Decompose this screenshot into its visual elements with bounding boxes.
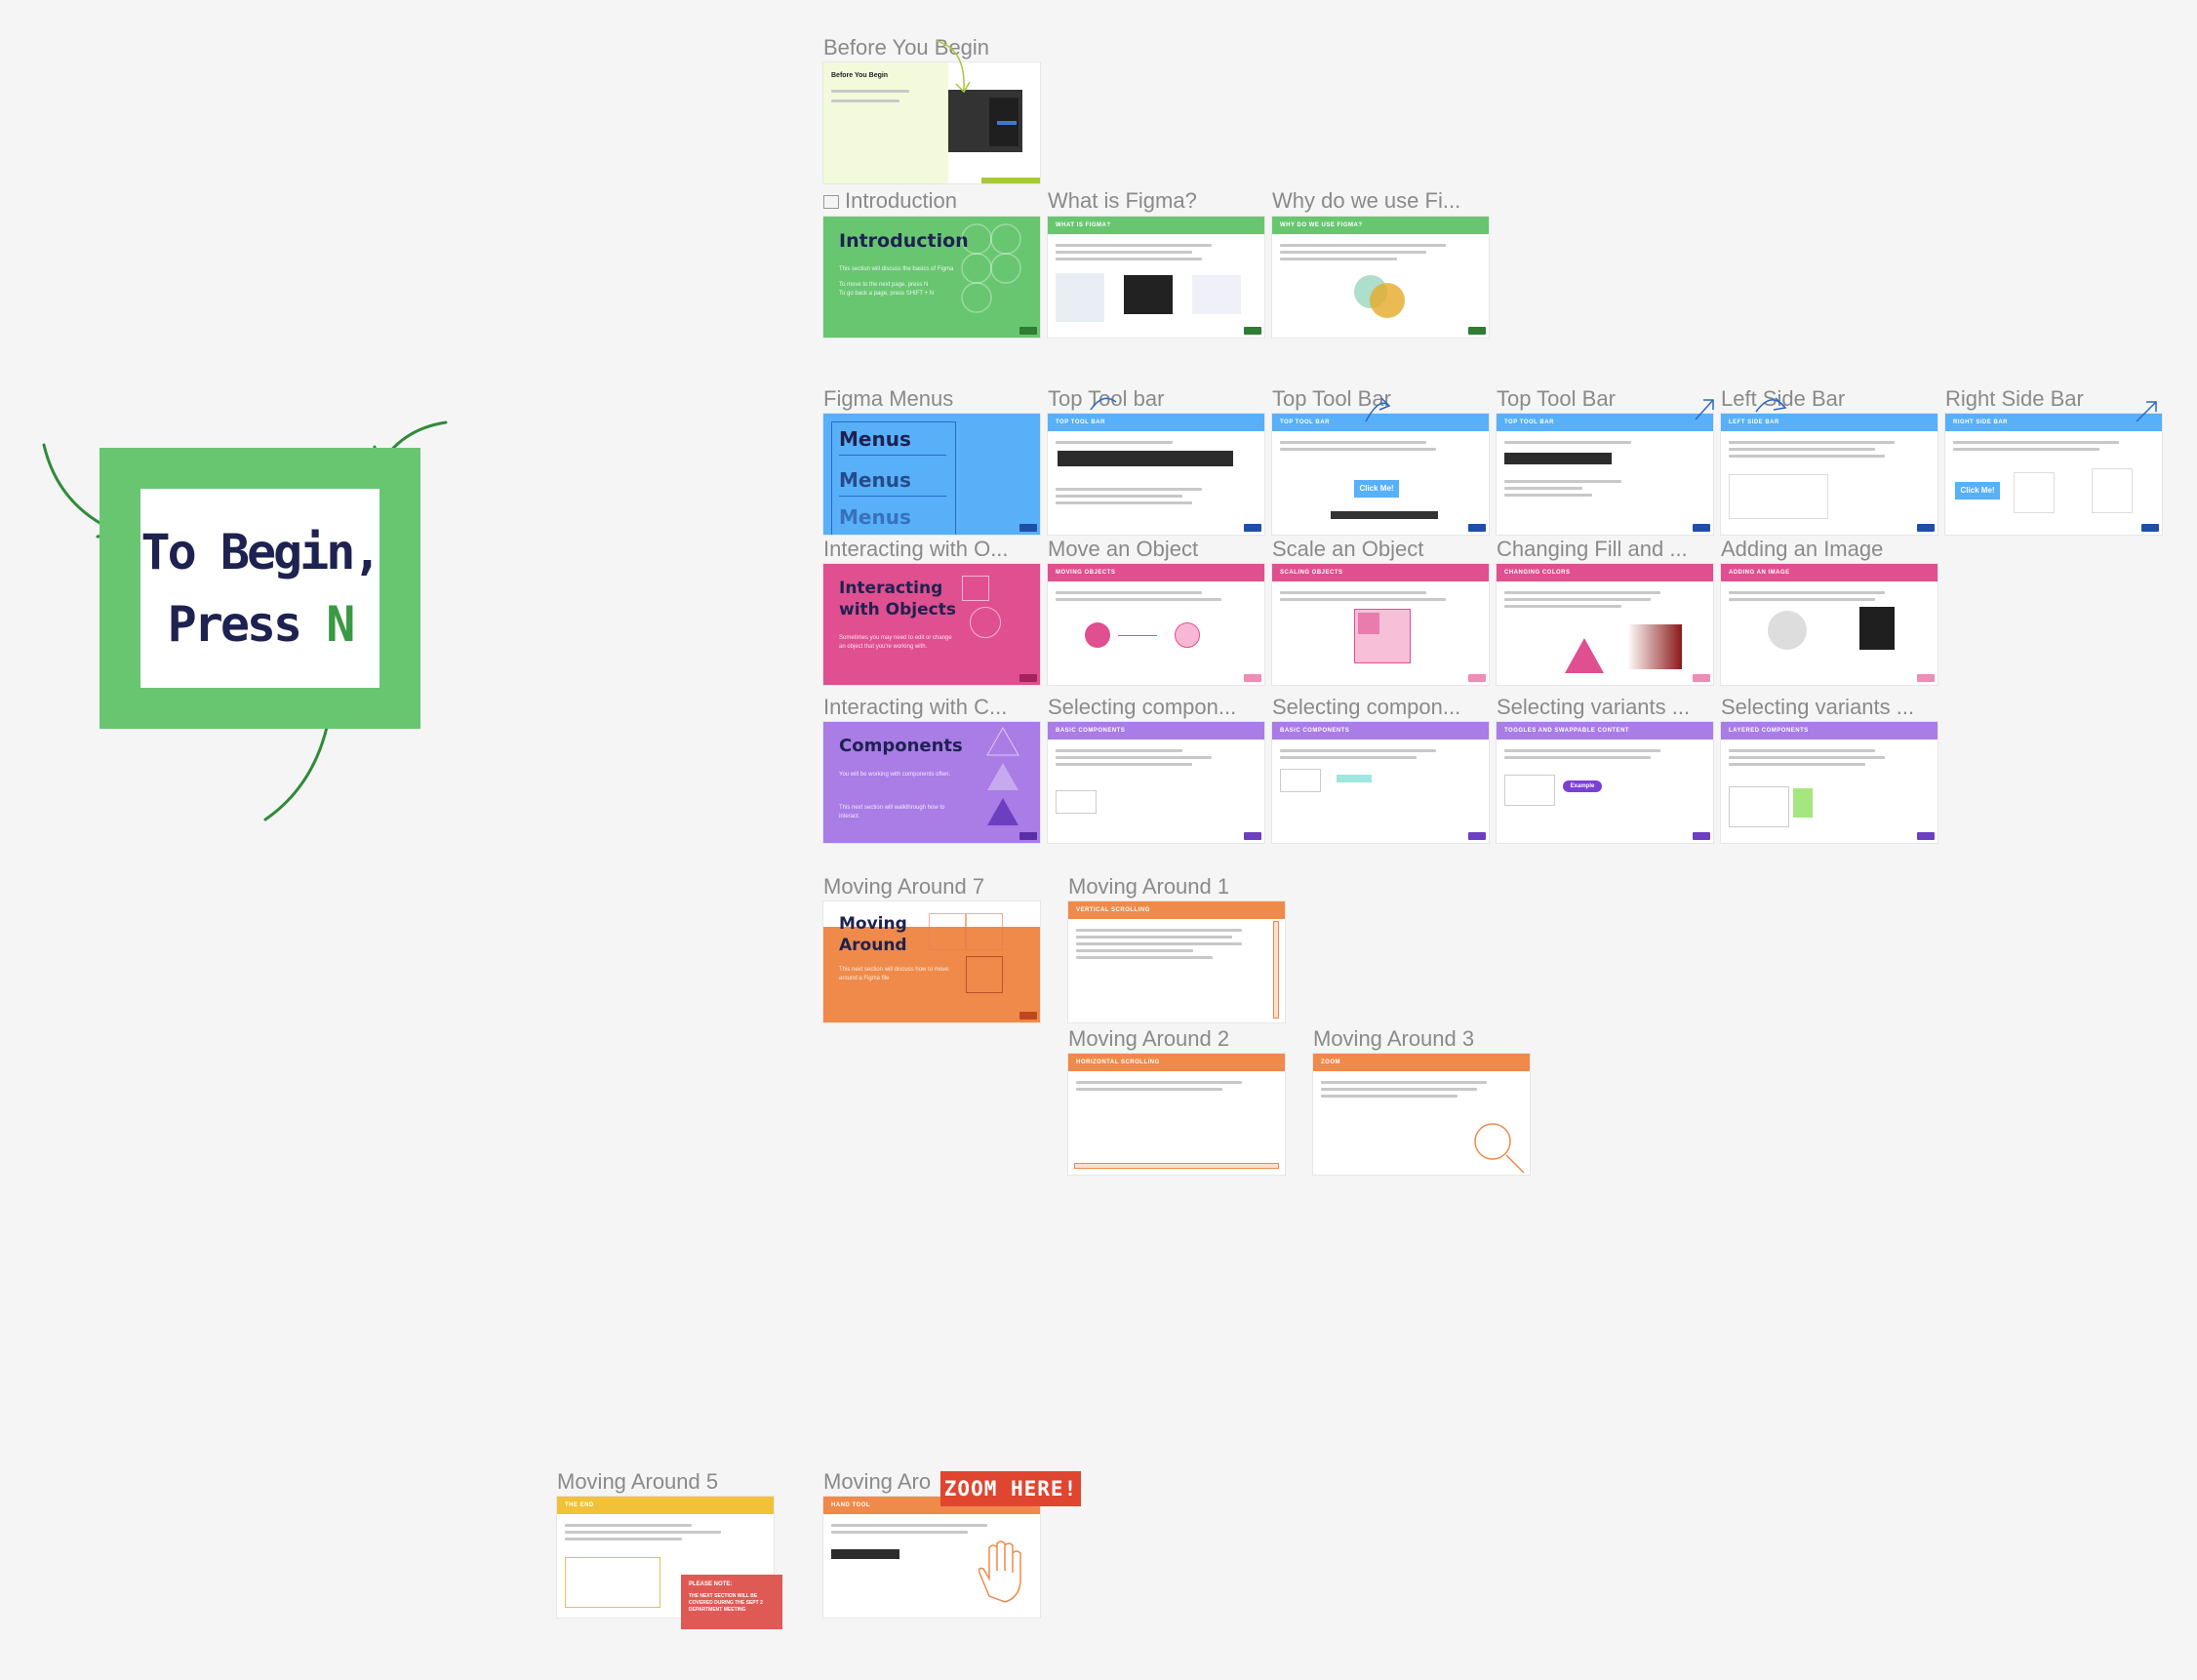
hdr-move: MOVING OBJECTS <box>1048 564 1264 581</box>
hand-icon <box>978 1540 1021 1603</box>
frame-sel-var1[interactable]: TOGGLES AND SWAPPABLE CONTENT Example <box>1497 722 1713 843</box>
hdr-zoom: ZOOM <box>1313 1054 1530 1071</box>
please-note-title: PLEASE NOTE: <box>689 1581 733 1587</box>
begin-press: Press <box>167 596 327 653</box>
frame-interacting-o[interactable]: Interacting with Objects Sometimes you m… <box>823 564 1040 685</box>
hdr-what: WHAT IS FIGMA? <box>1048 217 1264 234</box>
hdr-basic2: BASIC COMPONENTS <box>1272 722 1489 740</box>
hdr-toggles: TOGGLES AND SWAPPABLE CONTENT <box>1497 722 1713 740</box>
frame-label-left[interactable]: Left Side Bar <box>1721 386 1936 412</box>
frame-sel-comp1[interactable]: BASIC COMPONENTS <box>1048 722 1264 843</box>
frame-label-moving1[interactable]: Moving Around 1 <box>1068 874 1283 900</box>
menus-title-1: Menus <box>839 427 911 451</box>
frame-moving3[interactable]: ZOOM <box>1313 1054 1530 1175</box>
frame-before[interactable]: Before You Begin <box>823 62 1040 183</box>
menus-title-2: Menus <box>839 468 911 492</box>
frame-label-sel-var2[interactable]: Selecting variants ... <box>1721 695 1936 720</box>
frame-top2[interactable]: TOP TOOL BAR Click Me! <box>1272 414 1489 535</box>
frame-label-why[interactable]: Why do we use Fi... <box>1272 188 1487 214</box>
frame-move[interactable]: MOVING OBJECTS <box>1048 564 1264 685</box>
hdr-basic1: BASIC COMPONENTS <box>1048 722 1264 740</box>
components-title: Components <box>839 736 963 756</box>
hdr-left: LEFT SIDE BAR <box>1721 414 1937 431</box>
begin-key: N <box>326 596 355 653</box>
frame-label-sel-comp2[interactable]: Selecting compon... <box>1272 695 1487 720</box>
frame-icon <box>823 195 839 210</box>
frame-moving7[interactable]: Moving Around This next section will dis… <box>823 901 1040 1022</box>
frame-label-moving5[interactable]: Moving Around 5 <box>557 1469 772 1495</box>
hdr-right: RIGHT SIDE BAR <box>1945 414 2162 431</box>
figma-logo-icon <box>961 223 1021 313</box>
frame-label-top3[interactable]: Top Tool Bar <box>1497 386 1711 412</box>
frame-label-sel-var1[interactable]: Selecting variants ... <box>1497 695 1711 720</box>
frame-adding[interactable]: ADDING AN IMAGE <box>1721 564 1937 685</box>
hdr-scale: SCALING OBJECTS <box>1272 564 1489 581</box>
frame-label-moving-ar[interactable]: Moving Aro <box>823 1469 940 1495</box>
hdr-changing: CHANGING COLORS <box>1497 564 1713 581</box>
frame-what[interactable]: WHAT IS FIGMA? <box>1048 217 1264 338</box>
before-title: Before You Begin <box>831 72 889 79</box>
frame-label-moving2[interactable]: Moving Around 2 <box>1068 1026 1283 1052</box>
hdr-top2: TOP TOOL BAR <box>1272 414 1489 431</box>
frame-label-top2[interactable]: Top Tool Bar <box>1272 386 1487 412</box>
begin-inner: To Begin, Press N <box>140 489 382 688</box>
hdr-vscroll: VERTICAL SCROLLING <box>1068 901 1285 919</box>
frame-label-before[interactable]: Before You Begin <box>823 35 1038 60</box>
frame-label-moving7[interactable]: Moving Around 7 <box>823 874 1038 900</box>
frame-label-move[interactable]: Move an Object <box>1048 537 1262 562</box>
hdr-top1: TOP TOOL BAR <box>1048 414 1264 431</box>
frame-scale[interactable]: SCALING OBJECTS <box>1272 564 1489 685</box>
frame-top1[interactable]: TOP TOOL BAR <box>1048 414 1264 535</box>
hdr-adding: ADDING AN IMAGE <box>1721 564 1937 581</box>
frame-label-menus[interactable]: Figma Menus <box>823 386 1038 412</box>
frame-label-what[interactable]: What is Figma? <box>1048 188 1262 214</box>
hdr-end: THE END <box>557 1497 774 1514</box>
frame-label-top1[interactable]: Top Tool bar <box>1048 386 1262 412</box>
intro-title: Introduction <box>839 230 969 252</box>
frame-label-adding[interactable]: Adding an Image <box>1721 537 1936 562</box>
frame-changing[interactable]: CHANGING COLORS <box>1497 564 1713 685</box>
hdr-hscroll: HORIZONTAL SCROLLING <box>1068 1054 1285 1071</box>
frame-label-sel-comp1[interactable]: Selecting compon... <box>1048 695 1262 720</box>
frame-label-intro[interactable]: Introduction <box>823 188 1038 214</box>
frame-right[interactable]: RIGHT SIDE BAR Click Me! <box>1945 414 2162 535</box>
zoom-here-badge[interactable]: ZOOM HERE! <box>940 1471 1081 1506</box>
frame-left[interactable]: LEFT SIDE BAR <box>1721 414 1937 535</box>
frame-moving2[interactable]: HORIZONTAL SCROLLING <box>1068 1054 1285 1175</box>
frame-label-right[interactable]: Right Side Bar <box>1945 386 2160 412</box>
triangles-icon <box>986 726 1019 825</box>
frame-label-scale[interactable]: Scale an Object <box>1272 537 1487 562</box>
hdr-layered: LAYERED COMPONENTS <box>1721 722 1937 740</box>
hdr-top3: TOP TOOL BAR <box>1497 414 1713 431</box>
click-me-button-2: Click Me! <box>1955 482 2000 500</box>
frame-moving-ar[interactable]: HAND TOOL <box>823 1497 1040 1618</box>
begin-line1: To Begin, <box>140 524 382 580</box>
click-me-button: Click Me! <box>1354 480 1399 498</box>
frame-label-moving3[interactable]: Moving Around 3 <box>1313 1026 1528 1052</box>
please-note-text: THE NEXT SECTION WILL BE COVERED DURING … <box>689 1593 763 1613</box>
frame-moving1[interactable]: VERTICAL SCROLLING <box>1068 901 1285 1022</box>
begin-line2: Press N <box>167 588 356 660</box>
example-pill: Example <box>1563 780 1602 792</box>
please-note-sticky[interactable]: PLEASE NOTE: THE NEXT SECTION WILL BE CO… <box>681 1575 782 1629</box>
begin-card[interactable]: To Begin, Press N <box>100 448 420 729</box>
moving-title: Moving Around <box>839 914 907 955</box>
frame-intro[interactable]: Introduction This section will discuss t… <box>823 217 1040 338</box>
menus-title-3: Menus <box>839 505 911 529</box>
frame-label-changing[interactable]: Changing Fill and ... <box>1497 537 1711 562</box>
hdr-why: WHY DO WE USE FIGMA? <box>1272 217 1489 234</box>
triangle-shape-icon <box>1565 638 1604 673</box>
frame-sel-var2[interactable]: LAYERED COMPONENTS <box>1721 722 1937 843</box>
frame-label-interacting-c[interactable]: Interacting with C... <box>823 695 1038 720</box>
frame-interacting-c[interactable]: Components You will be working with comp… <box>823 722 1040 843</box>
frame-why[interactable]: WHY DO WE USE FIGMA? <box>1272 217 1489 338</box>
frame-label-interacting-o[interactable]: Interacting with O... <box>823 537 1038 562</box>
magnifier-icon <box>1474 1123 1525 1174</box>
frame-top3[interactable]: TOP TOOL BAR <box>1497 414 1713 535</box>
frame-sel-comp2[interactable]: BASIC COMPONENTS <box>1272 722 1489 843</box>
frame-menus[interactable]: Menus Menus Menus <box>823 414 1040 535</box>
